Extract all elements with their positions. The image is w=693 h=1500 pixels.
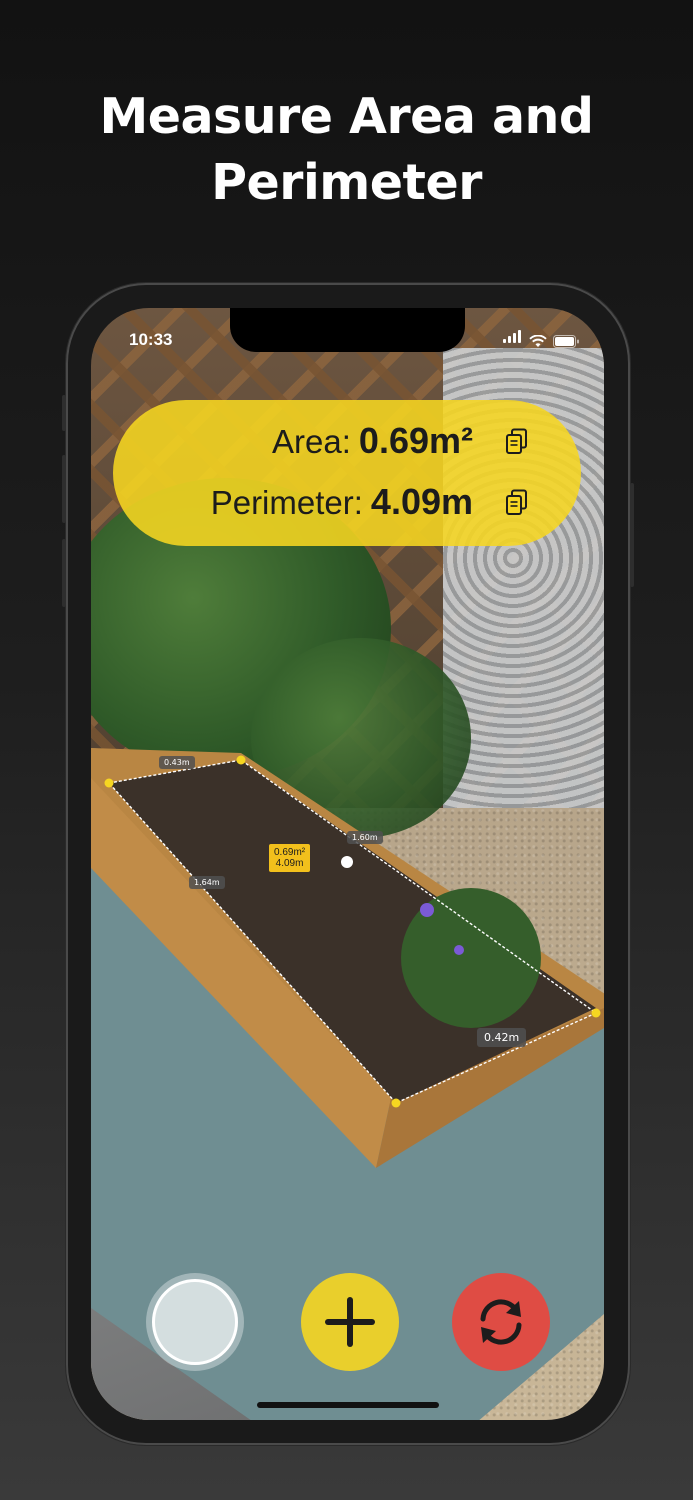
status-time: 10:33 xyxy=(129,330,173,349)
flower xyxy=(420,903,434,917)
cellular-signal-icon xyxy=(503,330,523,348)
capture-button[interactable] xyxy=(146,1273,244,1371)
volume-up-button xyxy=(62,455,66,523)
shutter-icon xyxy=(152,1279,238,1365)
refresh-icon xyxy=(480,1299,522,1345)
perimeter-readout: Perimeter: 4.09m xyxy=(211,481,473,523)
measurement-panel: Area: 0.69m² Perimeter: 4.09m xyxy=(113,400,581,546)
notch xyxy=(230,308,465,352)
center-reticle xyxy=(341,856,353,868)
perimeter-value: 4.09m xyxy=(370,481,473,522)
center-perimeter-value: 4.09m xyxy=(275,858,304,869)
corner-point[interactable] xyxy=(391,1098,401,1108)
area-center-label: 0.69m² 4.09m xyxy=(269,844,311,872)
flower xyxy=(454,945,464,955)
area-readout: Area: 0.69m² xyxy=(272,420,473,462)
corner-point[interactable] xyxy=(236,755,246,765)
segment-label: 1.60m xyxy=(347,831,383,844)
segment-label: 1.64m xyxy=(189,876,225,889)
plus-icon xyxy=(325,1297,375,1347)
home-indicator[interactable] xyxy=(257,1402,439,1408)
mute-switch xyxy=(62,395,66,431)
area-label: Area: xyxy=(272,423,351,460)
headline-line-2: Perimeter xyxy=(211,154,482,211)
reset-button[interactable] xyxy=(452,1273,550,1371)
headline-line-1: Measure Area and xyxy=(99,88,594,145)
add-point-button[interactable] xyxy=(301,1273,399,1371)
copy-icon[interactable] xyxy=(505,428,529,456)
wifi-icon xyxy=(529,335,547,347)
perimeter-label: Perimeter: xyxy=(210,484,363,521)
power-button xyxy=(630,483,634,587)
camera-view[interactable]: 0.43m 1.60m 1.64m 0.42m 0.69m² 4.09m 10:… xyxy=(91,308,604,1420)
status-icons xyxy=(503,330,580,348)
segment-label: 0.42m xyxy=(477,1028,527,1047)
segment-label: 0.43m xyxy=(159,756,195,769)
battery-icon xyxy=(553,335,579,348)
corner-point[interactable] xyxy=(104,778,114,788)
volume-down-button xyxy=(62,539,66,607)
center-area-value: 0.69m² xyxy=(274,847,306,858)
corner-point[interactable] xyxy=(591,1008,601,1018)
area-value: 0.69m² xyxy=(358,420,473,461)
headline: Measure Area and Perimeter xyxy=(0,84,693,216)
copy-icon[interactable] xyxy=(505,489,529,517)
